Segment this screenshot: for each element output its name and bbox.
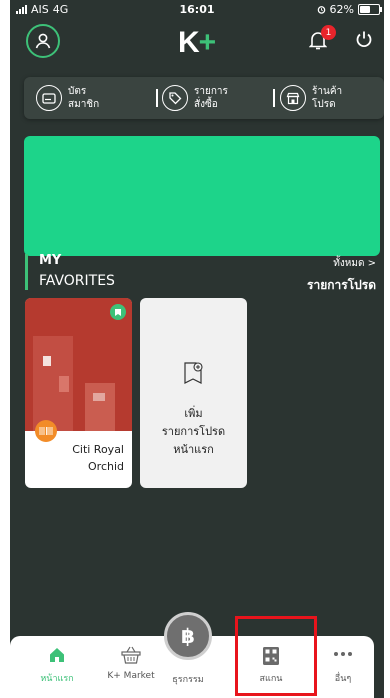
card-image bbox=[25, 298, 132, 431]
notification-badge: 1 bbox=[321, 25, 336, 40]
favorites-list-label: รายการโปรด bbox=[307, 278, 376, 292]
baht-icon: ฿ bbox=[181, 624, 195, 648]
card-name-line1: Citi Royal bbox=[72, 443, 124, 456]
add-line2: รายการโปรด bbox=[161, 425, 226, 438]
scan-highlight-box bbox=[235, 616, 317, 696]
favorites-title-bottom: FAVORITES bbox=[39, 273, 115, 289]
favorite-card-name: Citi Royal Orchid bbox=[72, 441, 124, 475]
section-accent-bar bbox=[25, 254, 28, 290]
add-line3: หน้าแรก bbox=[173, 443, 214, 456]
quick-label-line2: สั่งซื้อ bbox=[194, 99, 218, 110]
nav-label: อื่นๆ bbox=[334, 674, 352, 684]
add-favorite-text: เพิ่ม รายการโปรด หน้าแรก bbox=[140, 405, 247, 459]
quick-label-line1: ร้านค้า bbox=[312, 86, 343, 97]
add-bookmark-icon bbox=[180, 360, 206, 390]
quick-menu: บัตรสมาชิก รายการสั่งซื้อ ร้านค้าโปรด bbox=[24, 77, 384, 119]
quick-member-card[interactable]: บัตรสมาชิก bbox=[36, 77, 99, 119]
quick-favorite-stores[interactable]: ร้านค้าโปรด bbox=[280, 77, 342, 119]
view-all-link[interactable]: ทั้งหมด > bbox=[333, 256, 376, 271]
nav-label: หน้าแรก bbox=[40, 674, 74, 684]
battery-icon bbox=[358, 4, 382, 15]
divider bbox=[273, 89, 275, 107]
quick-orders[interactable]: รายการสั่งซื้อ bbox=[162, 77, 228, 119]
quick-label-line2: โปรด bbox=[312, 99, 336, 110]
transactions-button[interactable]: ฿ bbox=[164, 612, 212, 660]
alarm-icon bbox=[317, 6, 325, 14]
divider bbox=[156, 89, 158, 107]
kplus-logo: K+ bbox=[178, 26, 216, 59]
nav-more[interactable]: อื่นๆ bbox=[310, 636, 376, 692]
bookmark-icon[interactable] bbox=[110, 304, 126, 320]
home-icon bbox=[24, 646, 90, 666]
user-icon bbox=[35, 33, 51, 49]
add-line1: เพิ่ม bbox=[184, 407, 203, 420]
promo-banner[interactable] bbox=[24, 136, 380, 256]
card-icon bbox=[36, 85, 62, 111]
basket-icon bbox=[98, 646, 164, 666]
favorites-title-top: MY bbox=[39, 253, 62, 268]
status-right: 62% bbox=[317, 3, 382, 16]
quick-label-line2: สมาชิก bbox=[68, 99, 100, 110]
card-name-line2: Orchid bbox=[88, 460, 124, 473]
add-favorite-card[interactable]: เพิ่ม รายการโปรด หน้าแรก bbox=[140, 298, 247, 488]
favorite-card[interactable]: Citi Royal Orchid bbox=[25, 298, 132, 488]
profile-button[interactable] bbox=[26, 24, 60, 58]
tag-icon bbox=[162, 85, 188, 111]
quick-label-line1: บัตร bbox=[68, 86, 87, 97]
more-icon bbox=[310, 646, 376, 666]
battery-percent: 62% bbox=[329, 3, 354, 16]
nav-label-transactions: ธุรกรรม bbox=[172, 675, 204, 685]
logout-button[interactable] bbox=[355, 30, 373, 52]
app-screen: AIS 4G 16:01 62% K+ 1 บัตร สมาชิก รายการ… bbox=[10, 0, 384, 698]
nav-home[interactable]: หน้าแรก bbox=[24, 636, 90, 692]
status-bar: AIS 4G 16:01 62% bbox=[10, 0, 384, 18]
store-icon bbox=[280, 85, 306, 111]
barcode-icon bbox=[35, 420, 57, 442]
power-icon bbox=[356, 31, 372, 48]
quick-label-line1: รายการ bbox=[194, 86, 228, 97]
